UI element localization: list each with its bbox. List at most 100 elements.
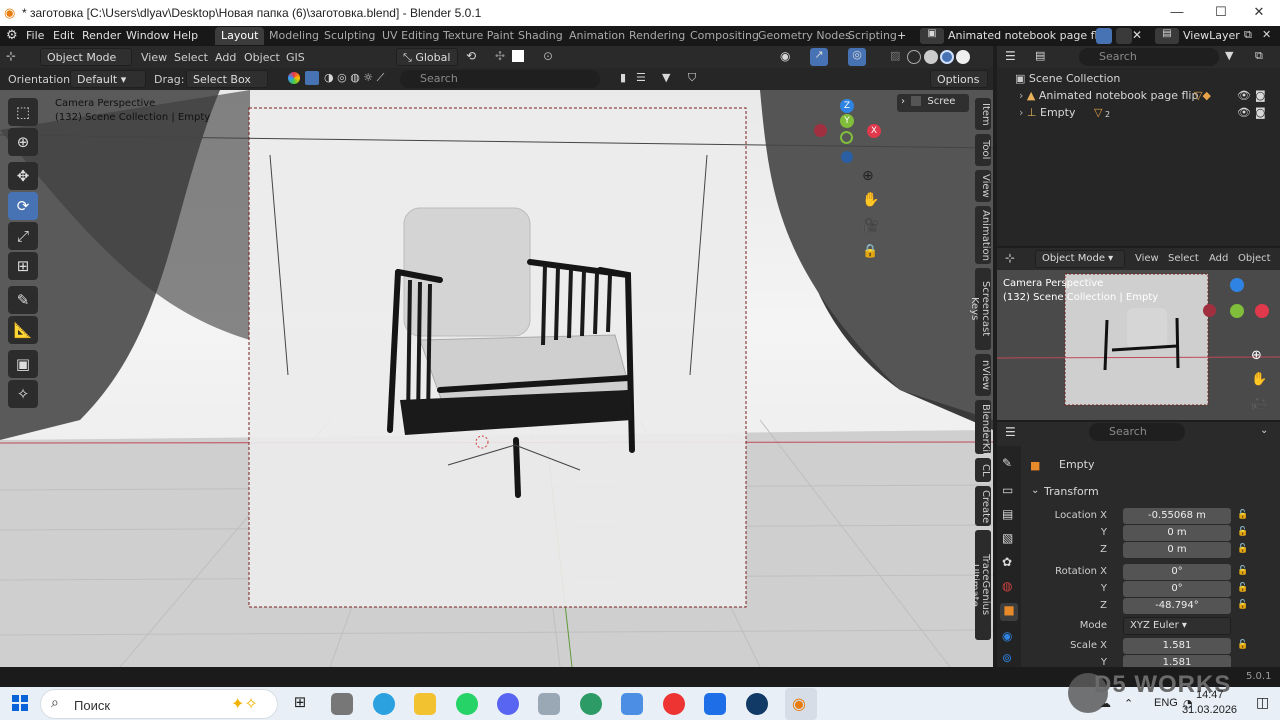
mini-mode-dropdown[interactable]: Object Mode ▾	[1035, 250, 1125, 268]
task-view-icon[interactable]: ⊞	[289, 693, 311, 715]
select-box-icon[interactable]: ⬚	[8, 98, 38, 126]
cursor-icon[interactable]: ⊕	[8, 128, 38, 156]
sidebar-tab[interactable]: Animation	[975, 206, 991, 264]
mini-axis-x-icon[interactable]	[1255, 304, 1269, 318]
workspace-tab[interactable]: Shading	[512, 27, 569, 45]
rotation-y-field[interactable]: 0°	[1123, 581, 1231, 597]
menu-add[interactable]: Add	[215, 51, 236, 64]
snap-target-icon[interactable]	[512, 50, 524, 62]
mini-axis-z-icon[interactable]	[1230, 278, 1244, 292]
annotate-icon[interactable]: ✎	[8, 286, 38, 314]
lock-icon[interactable]: 🔓	[1237, 527, 1248, 537]
workspace-tab[interactable]: Layout	[215, 27, 265, 45]
drag-dropdown[interactable]: Select Box	[186, 70, 268, 88]
bookmark-icon[interactable]: ▮	[620, 71, 626, 84]
color-filter-icon[interactable]	[288, 72, 300, 84]
filter-icon[interactable]: ▼	[662, 71, 670, 84]
shading-solid-icon[interactable]	[924, 50, 938, 64]
expand-icon[interactable]: ›	[1019, 89, 1023, 102]
menu-select[interactable]: Select	[174, 51, 208, 64]
visibility-icon[interactable]: ◉	[780, 49, 790, 63]
menu-view[interactable]: View	[141, 51, 167, 64]
output-tab-icon[interactable]: ▤	[1002, 507, 1013, 521]
visibility-eye-icon[interactable]: 👁	[1237, 89, 1251, 102]
sidebar-tab[interactable]: Screencast Keys	[969, 268, 991, 350]
layout-icon[interactable]: ☰	[636, 71, 646, 84]
scene-name[interactable]: Animated notebook page flip	[948, 29, 1108, 42]
scale-y-field[interactable]: 1.581	[1123, 655, 1231, 667]
properties-editor-icon[interactable]: ☰	[1005, 425, 1016, 439]
navigation-gizmo[interactable]: Z Y X	[810, 96, 882, 168]
pin-scene-icon[interactable]	[1096, 28, 1112, 44]
menu-render[interactable]: Render	[82, 29, 121, 42]
app-icon[interactable]	[331, 693, 353, 715]
gizmo-toggle-icon[interactable]: ↗	[810, 48, 828, 66]
yandex-icon[interactable]	[663, 693, 685, 715]
axis-neg-x-icon[interactable]	[814, 124, 827, 137]
language-indicator[interactable]: ENG	[1154, 697, 1178, 709]
scene-tab-icon[interactable]: ✿	[1002, 555, 1012, 569]
clock-date[interactable]: 31.03.2026	[1182, 704, 1237, 716]
remove-view-layer-icon[interactable]: ✕	[1262, 28, 1271, 41]
filter-icons[interactable]: ◑ ◎ ◍ ☼ ⟋	[324, 71, 384, 85]
lock-icon[interactable]: 🔓	[1237, 510, 1248, 520]
sidebar-tab[interactable]: Tool	[975, 134, 991, 166]
mini-menu-view[interactable]: View	[1135, 253, 1159, 264]
proportional-edit-icon[interactable]: ⊙	[543, 49, 553, 63]
workspace-tab[interactable]: Modeling	[263, 27, 325, 45]
zoom-app-icon[interactable]	[704, 693, 726, 715]
axis-z-icon[interactable]: Z	[840, 99, 854, 113]
tool-search-input[interactable]: Search	[400, 70, 600, 88]
options-dropdown[interactable]: Options	[930, 70, 988, 88]
orientation-dropdown[interactable]: Default ▾	[70, 70, 146, 88]
menu-object[interactable]: Object	[244, 51, 280, 64]
transform-icon[interactable]: ⊞	[8, 252, 38, 280]
new-collection-icon[interactable]: ⧉	[1255, 49, 1263, 63]
telegram-icon[interactable]	[373, 693, 395, 715]
properties-search-input[interactable]: Search	[1089, 423, 1185, 441]
render-camera-icon[interactable]: ◙	[1255, 89, 1266, 102]
sidebar-tab[interactable]: View	[975, 170, 991, 202]
steam-icon[interactable]	[746, 693, 768, 715]
lock-icon[interactable]: 🔓	[1237, 566, 1248, 576]
minimize-icon[interactable]: —	[1168, 4, 1186, 22]
tray-chevron-icon[interactable]: ⌃	[1124, 697, 1133, 710]
rotation-mode-dropdown[interactable]: XYZ Euler ▾	[1123, 617, 1231, 635]
world-tab-icon[interactable]: ◍	[1002, 579, 1012, 593]
snap-icon[interactable]: ✣	[495, 49, 505, 63]
workspace-tab[interactable]: Scripting	[842, 27, 903, 45]
mode-dropdown[interactable]: Object Mode ▾	[40, 48, 132, 77]
overlays-toggle-icon[interactable]: ◎	[848, 48, 866, 66]
scene-collection-row[interactable]: ▣ Scene Collection	[1015, 72, 1120, 85]
transform-panel-title[interactable]: Transform	[1044, 485, 1099, 498]
transform-orientation-dropdown[interactable]: ⤡ Global	[396, 48, 458, 66]
chevron-down-icon[interactable]: ⌄	[1260, 425, 1268, 436]
xray-icon[interactable]: ▨	[890, 49, 900, 62]
editor-type-icon[interactable]: ⊹	[1005, 251, 1015, 265]
extra-tool-icon[interactable]: ✧	[8, 380, 38, 408]
checkbox-icon[interactable]	[911, 96, 922, 106]
secondary-viewport[interactable]: ⊹ Object Mode ▾ View Select Add Object C…	[997, 248, 1280, 420]
select-mode-icon[interactable]	[305, 71, 319, 85]
shading-wireframe-icon[interactable]	[907, 50, 921, 64]
scene-selector-icon[interactable]: ▣	[920, 28, 944, 44]
tool-tab-icon[interactable]: ✎	[1002, 456, 1012, 470]
outliner-item[interactable]: › ▲ Animated notebook page flip ▽◆ 👁 ◙	[1019, 89, 1274, 102]
menu-file[interactable]: File	[26, 29, 44, 42]
rotate-icon[interactable]: ⟳	[8, 192, 38, 220]
delete-scene-icon[interactable]: ✕	[1132, 28, 1142, 42]
outliner-item[interactable]: › ⊥ Empty ▽ 2 👁 ◙	[1019, 106, 1274, 119]
outliner-search-input[interactable]: Search	[1079, 48, 1219, 66]
lock-icon[interactable]: 🔒	[862, 244, 882, 264]
constraints-tab-icon[interactable]: ⊚	[1002, 651, 1012, 665]
notifications-icon[interactable]: ◫	[1256, 695, 1269, 711]
file-explorer-icon[interactable]	[414, 693, 436, 715]
pan-hand-icon[interactable]: ✋	[862, 192, 882, 212]
workspace-tab[interactable]: Sculpting	[318, 27, 381, 45]
windows-start-icon[interactable]	[12, 695, 28, 711]
new-view-layer-icon[interactable]: ⧉	[1244, 28, 1252, 42]
physics-tab-icon[interactable]: ◉	[1002, 629, 1012, 643]
workspace-tab[interactable]: Rendering	[623, 27, 691, 45]
location-z-field[interactable]: 0 m	[1123, 542, 1231, 558]
lock-icon[interactable]: 🔓	[1237, 640, 1248, 650]
